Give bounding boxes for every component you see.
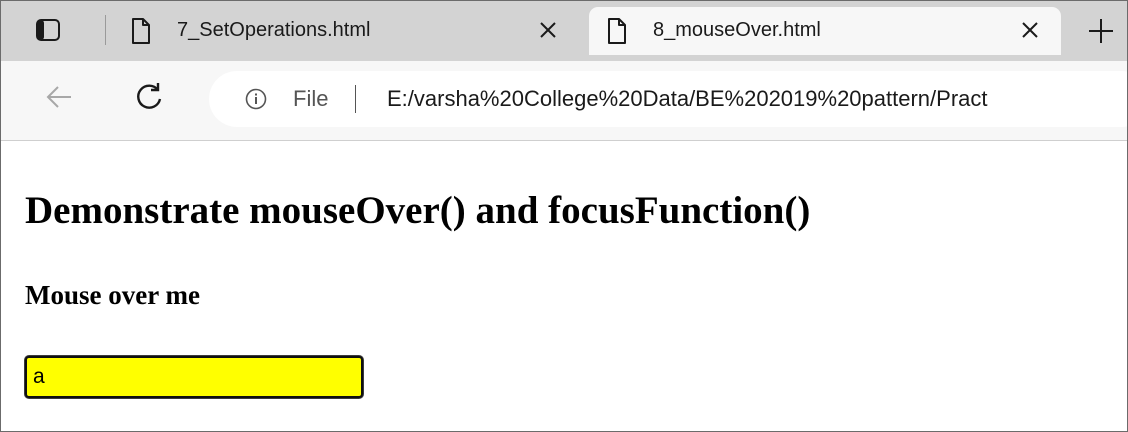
plus-icon[interactable] (1073, 7, 1127, 55)
tab-setoperations[interactable]: 7_SetOperations.html (113, 7, 579, 55)
tab-mouseover[interactable]: 8_mouseOver.html (589, 7, 1061, 55)
reload-icon[interactable] (131, 79, 167, 115)
address-separator (355, 85, 356, 113)
browser-window: 7_SetOperations.html 8_mouseOver.html Fi… (0, 0, 1128, 432)
back-arrow-icon[interactable] (41, 79, 77, 115)
page-heading: Demonstrate mouseOver() and focusFunctio… (25, 189, 811, 232)
page-content: Demonstrate mouseOver() and focusFunctio… (1, 142, 1127, 431)
scheme-label: File (293, 86, 329, 111)
close-icon[interactable] (537, 19, 559, 41)
address-bar[interactable]: File E:/varsha%20College%20Data/BE%20201… (209, 71, 1127, 127)
document-icon (131, 18, 151, 49)
url-text[interactable]: E:/varsha%20College%20Data/BE%202019%20p… (387, 86, 988, 112)
close-icon[interactable] (1019, 19, 1041, 41)
tab-separator (105, 15, 106, 45)
tab-strip: 7_SetOperations.html 8_mouseOver.html (1, 1, 1127, 61)
tab-title: 8_mouseOver.html (653, 19, 821, 41)
mouse-over-text[interactable]: Mouse over me (25, 280, 200, 311)
document-icon (607, 18, 627, 49)
text-input[interactable] (25, 356, 363, 398)
info-icon[interactable] (245, 88, 267, 110)
tab-actions-icon[interactable] (31, 13, 65, 47)
toolbar: File E:/varsha%20College%20Data/BE%20201… (1, 61, 1127, 141)
tab-title: 7_SetOperations.html (177, 19, 371, 41)
